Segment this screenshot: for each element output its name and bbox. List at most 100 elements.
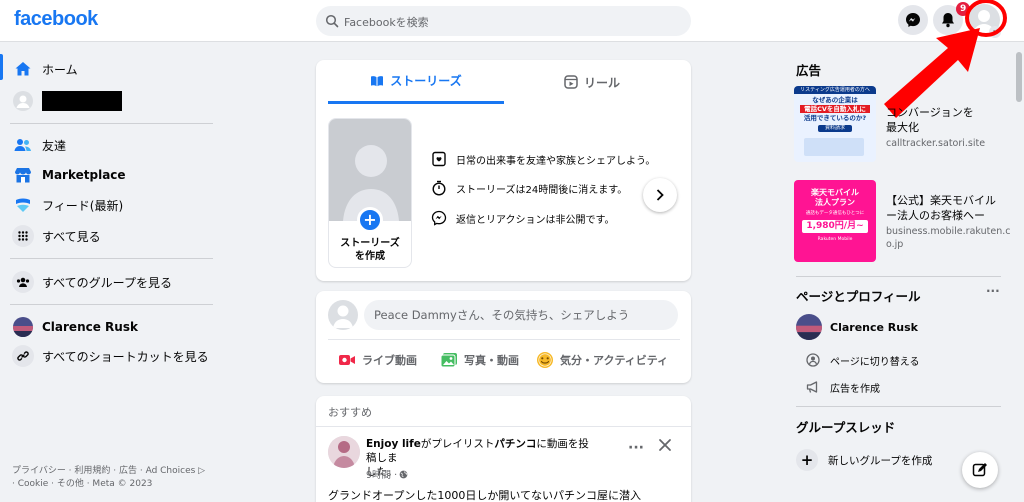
action-label: 写真・動画 [464, 354, 519, 367]
divider [316, 426, 691, 427]
tab-stories[interactable]: ストーリーズ [328, 60, 504, 104]
megaphone-icon [804, 380, 822, 394]
ad2-image-text: 通話もデータ通信もひとつに [805, 211, 865, 216]
whats-on-your-mind-input[interactable]: Peace Dammyさん、その気持ち、シェアしよう [364, 300, 678, 330]
feature-text: 日常の出来事を友達や家族とシェアしよう。 [456, 155, 656, 167]
row-label: ページに切り替える [830, 356, 920, 368]
live-video-button[interactable]: ライブ動画 [338, 346, 417, 374]
globe-icon [399, 470, 408, 478]
post-meta: 9時間 · [366, 467, 408, 481]
divider [796, 406, 1001, 407]
ad1-image-graphic [804, 138, 864, 156]
action-label: 気分・アクティビティ [560, 354, 669, 367]
divider [10, 123, 213, 124]
tab-label: ストーリーズ [390, 74, 462, 88]
create-story-tile[interactable]: + ストーリーズ を作成 [328, 118, 412, 268]
sidebar-item-groups[interactable]: すべてのグループを見る [6, 267, 221, 297]
page-item[interactable]: Clarence Rusk [796, 314, 918, 340]
ad1-image-text: 資料請求 [818, 125, 852, 132]
tab-label: リール [583, 75, 620, 90]
photo-video-button[interactable]: 写真・動画 [440, 346, 519, 374]
redacted-name [42, 91, 122, 111]
user-avatar[interactable] [328, 300, 358, 330]
footer-line[interactable]: · Cookie · その他 · Meta © 2023 [12, 478, 217, 491]
tab-reels[interactable]: リール [504, 60, 680, 104]
story-feature: ストーリーズは24時間後に消えます。 [430, 178, 627, 198]
groups-icon [12, 271, 34, 293]
user-avatar-icon [12, 90, 34, 112]
feature-text: ストーリーズは24時間後に消えます。 [456, 184, 628, 196]
create-ad-button[interactable]: 広告を作成 [796, 376, 880, 398]
search-placeholder: Facebookを検索 [344, 16, 429, 29]
pages-heading: ページとプロフィール [796, 289, 921, 304]
close-icon[interactable] [658, 438, 672, 455]
action-label: ライブ動画 [362, 354, 417, 367]
live-video-icon [338, 353, 356, 367]
facebook-logo[interactable]: facebook [14, 8, 98, 31]
switch-profile-icon [804, 353, 822, 367]
page-scrollbar[interactable] [1014, 42, 1024, 502]
ad2-image[interactable]: 楽天モバイル 法人プラン 通話もデータ通信もひとつに 1,980円/月~ Rak… [794, 180, 876, 262]
divider [796, 276, 1001, 277]
ad1-title-line: 最大化 [886, 121, 919, 134]
feeling-activity-button[interactable]: 気分・アクティビティ [536, 346, 668, 374]
new-message-button[interactable] [962, 452, 998, 488]
create-group-button[interactable]: + 新しいグループを作成 [796, 448, 932, 472]
ad1-image[interactable]: リスティング広告運用者の方へ なぜあの企業は 電話CVを自動入札に 活用できてい… [794, 86, 876, 162]
sidebar-item-label: すべてのグループを見る [42, 275, 172, 290]
create-story-label: ストーリーズ を作成 [329, 237, 411, 263]
sidebar-item-home[interactable]: ホーム [6, 54, 221, 84]
feeds-icon [12, 194, 34, 216]
compose-icon [972, 463, 987, 477]
pages-more-button[interactable]: ··· [986, 284, 1000, 298]
sidebar-item-label: すべて見る [42, 229, 101, 244]
stories-card: ストーリーズ リール + ストーリーズ を作成 日常の出来事を友達や家族とシェア… [316, 60, 691, 281]
divider [328, 339, 680, 340]
story-placeholder-image [329, 119, 411, 221]
sidebar-item-see-all[interactable]: すべて見る [6, 221, 221, 251]
ad2-domain[interactable]: business.mobile.rakuten.c o.jp [886, 225, 1010, 251]
footer-links[interactable]: プライバシー · 利用規約 · 広告 · Ad Choices ▷ · Cook… [12, 465, 217, 491]
post-time[interactable]: 9時間 · [366, 467, 397, 481]
page-avatar-icon [12, 316, 34, 338]
search-icon [325, 14, 339, 28]
active-indicator [0, 54, 3, 80]
page-avatar-icon [796, 314, 822, 340]
photo-book-icon [430, 150, 448, 168]
switch-page-button[interactable]: ページに切り替える [796, 349, 920, 371]
sidebar-item-feeds[interactable]: フィード(最新) [6, 190, 221, 220]
poster-name[interactable]: Enjoy life [366, 438, 421, 450]
post-body: グランドオープンした1000日しか開いてないパチンコ屋に潜入 [328, 489, 642, 502]
search-bar[interactable]: Facebookを検索 [316, 6, 691, 36]
scrollbar-thumb[interactable] [1016, 52, 1022, 102]
ad1-title[interactable]: コンバージョンを 最大化 [886, 105, 974, 135]
playlist-link[interactable]: パチンコ [494, 438, 536, 450]
footer-line[interactable]: プライバシー · 利用規約 · 広告 · Ad Choices ▷ [12, 465, 217, 478]
sponsored-heading: 広告 [796, 63, 822, 78]
ad1-domain[interactable]: calltracker.satori.site [886, 137, 985, 150]
default-avatar-icon [333, 305, 353, 328]
sidebar-item-label: ホーム [42, 62, 78, 77]
grid-dots-icon [12, 225, 34, 247]
stories-next-button[interactable] [643, 178, 677, 212]
ad1-title-line: コンバージョンを [886, 106, 974, 119]
page-name: Clarence Rusk [830, 320, 918, 334]
sidebar-item-shortcuts[interactable]: すべてのショートカットを見る [6, 341, 221, 371]
poster-avatar[interactable] [328, 436, 360, 468]
sidebar-item-label: 友達 [42, 138, 67, 153]
sidebar-item-friends[interactable]: 友達 [6, 130, 221, 160]
caption-line: ストーリーズ [340, 238, 400, 249]
sidebar-item-label: Marketplace [42, 168, 126, 182]
ad2-title-line: ー法人のお客様へー [886, 209, 985, 222]
suggested-post-card: おすすめ Enjoy lifeがプレイリストパチンコに動画を投稿しま した。 9… [316, 396, 691, 502]
default-avatar-icon [343, 145, 399, 221]
ad2-title[interactable]: 【公式】楽天モバイル ー法人のお客様へー [886, 193, 996, 223]
sidebar-item-marketplace[interactable]: Marketplace [6, 160, 221, 190]
stopwatch-icon [430, 179, 448, 197]
marketplace-shop-icon [12, 164, 34, 186]
reels-icon [564, 75, 578, 89]
sidebar-item-page[interactable]: Clarence Rusk [6, 312, 221, 342]
chevron-right-icon [656, 189, 664, 201]
more-options-icon[interactable]: ··· [628, 440, 644, 456]
sidebar-item-profile[interactable] [6, 86, 221, 116]
